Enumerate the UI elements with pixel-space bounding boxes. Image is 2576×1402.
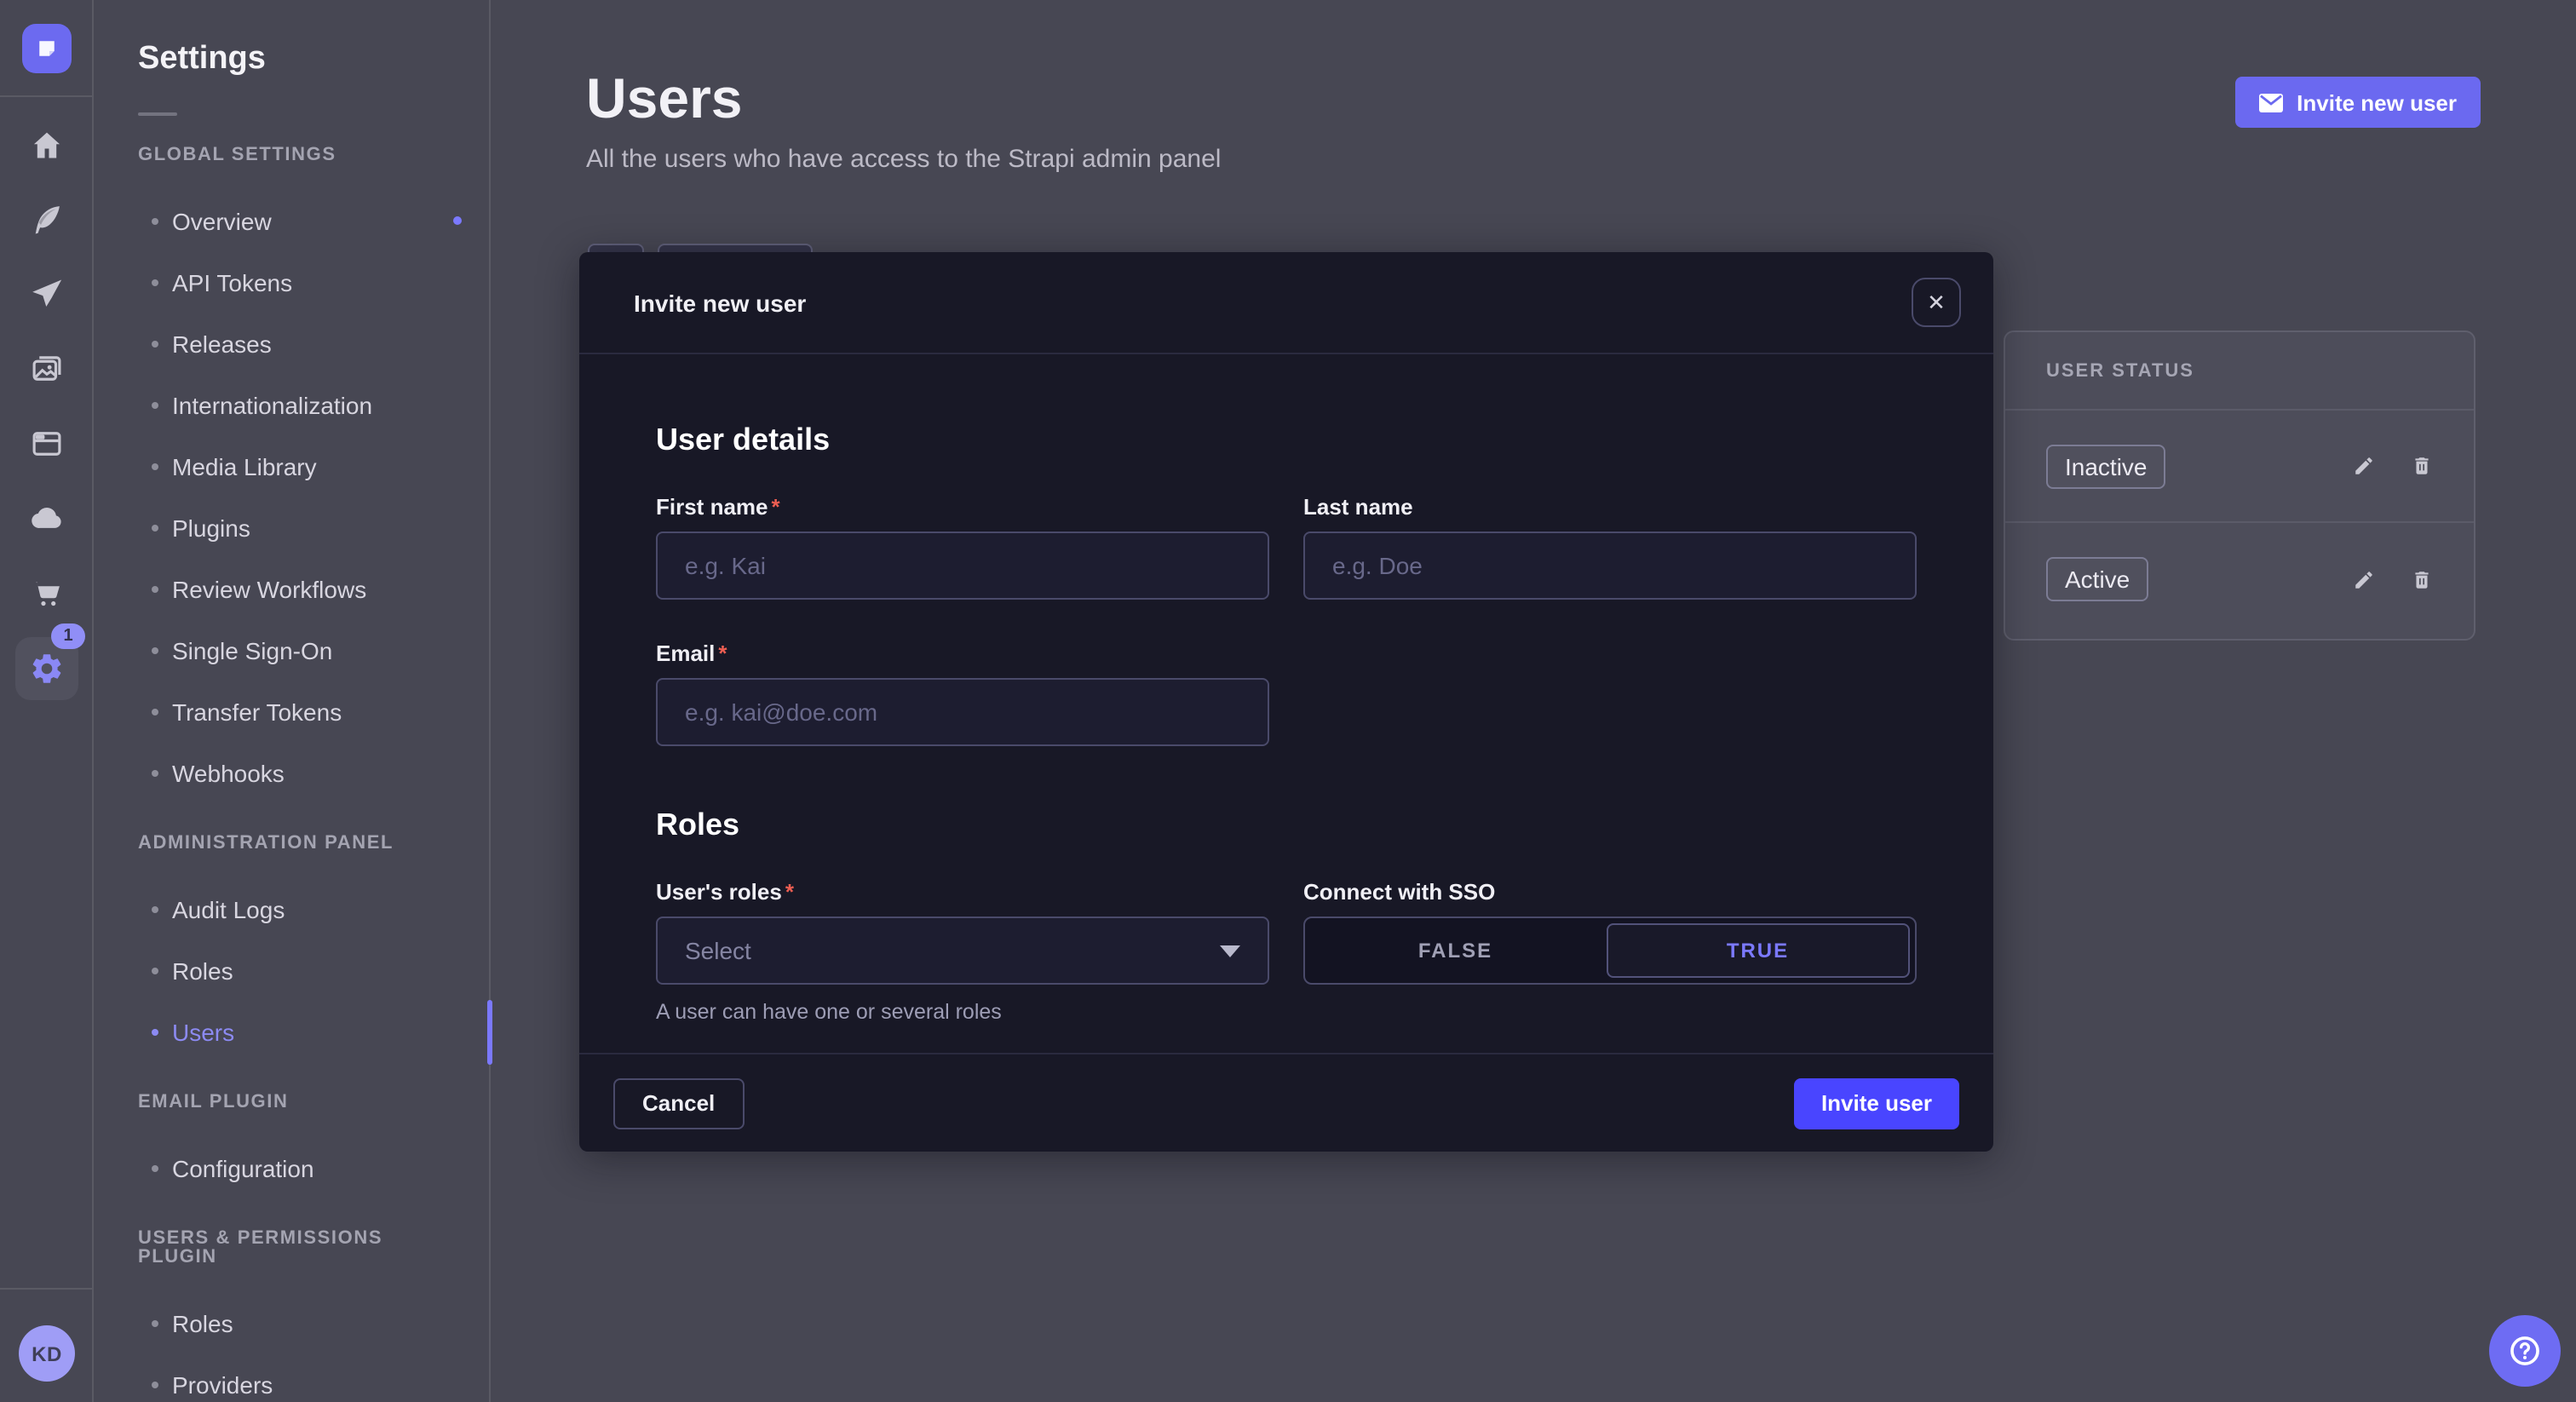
trash-icon (2411, 455, 2433, 477)
table-row: Active (2005, 523, 2474, 635)
cancel-button[interactable]: Cancel (613, 1077, 744, 1129)
modal-body: User details First name* Last name Email… (579, 354, 1993, 1024)
sidebar-item-configuration[interactable]: Configuration (95, 1138, 489, 1199)
sso-group: Connect with SSO FALSE TRUE (1303, 879, 1917, 1024)
cloud-icon[interactable] (0, 494, 94, 542)
close-icon[interactable]: ✕ (1912, 278, 1961, 327)
edit-user-button[interactable] (2353, 568, 2375, 590)
sidebar-item-admin-roles[interactable]: Roles (95, 940, 489, 1002)
main-nav-rail: 1 KD (0, 0, 94, 1402)
strapi-logo[interactable] (22, 24, 72, 73)
delete-user-button[interactable] (2411, 568, 2433, 590)
sidebar-item-media-library[interactable]: Media Library (95, 436, 489, 497)
sidebar-title-divider (138, 112, 177, 116)
last-name-field[interactable] (1303, 531, 1917, 600)
modal-title: Invite new user (634, 289, 806, 316)
sidebar-item-internationalization[interactable]: Internationalization (95, 375, 489, 436)
sidebar-item-audit-logs[interactable]: Audit Logs (95, 879, 489, 940)
modal-footer: Cancel Invite user (579, 1053, 1993, 1152)
first-name-group: First name* (656, 494, 1269, 600)
sidebar-item-users[interactable]: Users (95, 1002, 489, 1063)
help-button[interactable] (2489, 1315, 2561, 1387)
chevron-down-icon (1220, 945, 1240, 957)
first-name-label: First name* (656, 494, 1269, 520)
overview-notification-dot (453, 216, 462, 225)
users-table-card: USER STATUS Inactive Active (2004, 330, 2475, 641)
users-roles-select[interactable]: Select (656, 916, 1269, 985)
user-details-heading: User details (656, 422, 1917, 457)
roles-hint: A user can have one or several roles (656, 1000, 1269, 1024)
sidebar-item-api-tokens[interactable]: API Tokens (95, 252, 489, 313)
email-group: Email* (656, 641, 1269, 746)
section-administration-panel: ADMINISTRATION PANEL (138, 835, 446, 853)
email-label: Email* (656, 641, 1269, 666)
envelope-icon (2259, 93, 2283, 112)
strapi-admin-app: 1 KD Settings GLOBAL SETTINGS Overview A… (0, 0, 2576, 1402)
last-name-group: Last name (1303, 494, 1917, 600)
required-asterisk: * (718, 641, 727, 666)
section-users-permissions-plugin: USERS & PERMISSIONS PLUGIN (138, 1230, 446, 1267)
layout-icon[interactable] (0, 419, 94, 467)
select-value: Select (685, 937, 751, 964)
question-circle-icon (2506, 1332, 2544, 1370)
page-title: Users (586, 68, 742, 129)
last-name-label: Last name (1303, 494, 1917, 520)
sidebar-item-transfer-tokens[interactable]: Transfer Tokens (95, 681, 489, 743)
paper-plane-icon[interactable] (0, 269, 94, 317)
settings-notification-badge: 1 (51, 623, 85, 649)
settings-gear-icon (29, 651, 65, 687)
media-library-icon[interactable] (0, 344, 94, 392)
pencil-icon (2353, 455, 2375, 477)
sidebar-item-single-sign-on[interactable]: Single Sign-On (95, 620, 489, 681)
connect-with-sso-toggle[interactable]: FALSE TRUE (1303, 916, 1917, 985)
modal-header: Invite new user ✕ (579, 252, 1993, 354)
settings-sidebar: Settings GLOBAL SETTINGS Overview API To… (95, 0, 491, 1402)
home-icon[interactable] (0, 121, 94, 169)
pencil-icon (2353, 568, 2375, 590)
email-field[interactable] (656, 678, 1269, 746)
invite-new-user-modal: Invite new user ✕ User details First nam… (579, 252, 1993, 1152)
first-name-field[interactable] (656, 531, 1269, 600)
status-badge: Active (2046, 557, 2148, 601)
page-subtitle: All the users who have access to the Str… (586, 145, 1221, 174)
users-roles-group: User's roles* Select A user can have one… (656, 879, 1269, 1024)
user-status-column-header: USER STATUS (2005, 332, 2474, 411)
roles-heading: Roles (656, 807, 1917, 842)
section-email-plugin: EMAIL PLUGIN (138, 1094, 446, 1112)
sso-label: Connect with SSO (1303, 879, 1917, 905)
sidebar-item-webhooks[interactable]: Webhooks (95, 743, 489, 804)
user-avatar[interactable]: KD (19, 1325, 75, 1382)
sidebar-title: Settings (95, 0, 489, 78)
rail-divider-bottom (0, 1288, 94, 1290)
sidebar-item-releases[interactable]: Releases (95, 313, 489, 375)
rail-divider (0, 95, 94, 97)
marketplace-cart-icon[interactable] (0, 569, 94, 617)
sso-false-option[interactable]: FALSE (1305, 918, 1606, 983)
feather-content-icon[interactable] (0, 194, 94, 242)
settings-gear-tile[interactable]: 1 (15, 637, 78, 700)
table-row: Inactive (2005, 411, 2474, 523)
sidebar-item-overview[interactable]: Overview (95, 191, 489, 252)
sidebar-item-plugins[interactable]: Plugins (95, 497, 489, 559)
section-global-settings: GLOBAL SETTINGS (138, 147, 446, 165)
edit-user-button[interactable] (2353, 455, 2375, 477)
required-asterisk: * (785, 879, 794, 905)
sso-true-option[interactable]: TRUE (1606, 923, 1910, 978)
required-asterisk: * (772, 494, 780, 520)
trash-icon (2411, 568, 2433, 590)
users-roles-label: User's roles* (656, 879, 1269, 905)
sidebar-item-review-workflows[interactable]: Review Workflows (95, 559, 489, 620)
sidebar-item-up-roles[interactable]: Roles (95, 1293, 489, 1354)
sidebar-item-providers[interactable]: Providers (95, 1354, 489, 1402)
status-badge: Inactive (2046, 444, 2166, 488)
invite-user-submit-button[interactable]: Invite user (1794, 1077, 1959, 1129)
delete-user-button[interactable] (2411, 455, 2433, 477)
invite-new-user-button[interactable]: Invite new user (2235, 77, 2481, 128)
